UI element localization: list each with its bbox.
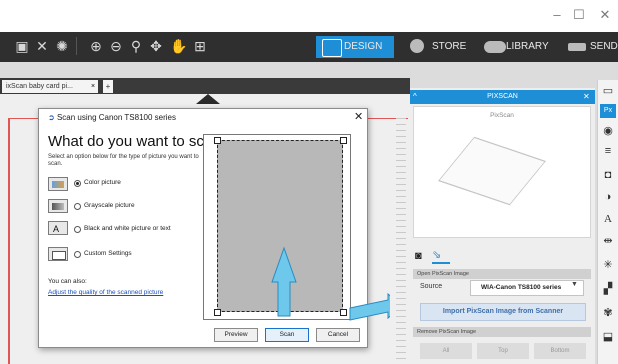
crop-handle-top-left[interactable] <box>214 137 221 144</box>
offset-icon[interactable]: ✾ <box>600 306 616 320</box>
import-arrow-icon <box>349 292 390 321</box>
document-tab-close-icon[interactable]: × <box>88 80 98 93</box>
vertical-ruler <box>396 118 406 364</box>
tab-store-label: STORE <box>432 41 467 52</box>
move-down-icon[interactable]: ✥ <box>148 37 164 55</box>
scan-arrow-icon <box>271 246 297 317</box>
fit-page-icon[interactable]: ⊞ <box>192 37 208 55</box>
zoom-select-icon[interactable]: ⚲ <box>128 37 144 55</box>
replicate-icon[interactable]: ✳ <box>600 258 616 272</box>
text-style-icon[interactable]: A <box>600 212 616 226</box>
camera-icon[interactable]: ◙ <box>415 250 429 262</box>
dialog-heading: What do you want to scan? <box>48 133 229 150</box>
tab-library[interactable]: LIBRARY <box>478 36 560 58</box>
scanner-import-icon[interactable]: ⇘ <box>432 248 450 264</box>
pixscan-panel-icon[interactable]: Px <box>600 104 616 118</box>
toolbar-divider <box>76 37 77 55</box>
custom-settings-radio[interactable] <box>74 251 81 258</box>
close-button[interactable]: ✕ <box>596 6 614 24</box>
shadow-icon[interactable]: ◘ <box>600 168 616 182</box>
trace-icon[interactable]: ◑ <box>600 190 616 204</box>
custom-settings-label[interactable]: Custom Settings <box>84 250 132 257</box>
color-picture-label[interactable]: Color picture <box>84 179 121 186</box>
color-picture-icon <box>48 177 68 191</box>
remove-all-button[interactable]: All <box>420 343 472 359</box>
title-bar <box>0 0 618 32</box>
panel-close-icon[interactable]: ✕ <box>583 90 593 104</box>
adjust-quality-link[interactable]: Adjust the quality of the scanned pictur… <box>48 289 163 296</box>
remove-bottom-button[interactable]: Bottom <box>534 343 586 359</box>
library-cloud-icon <box>484 41 506 53</box>
tab-send[interactable]: SEND <box>562 36 618 58</box>
grayscale-picture-radio[interactable] <box>74 203 81 210</box>
pixscan-preview-label: PixScan <box>490 112 514 119</box>
scan-dialog-title-text: Scan using Canon TS8100 series <box>56 113 176 122</box>
canvas-pointer-icon <box>196 94 220 104</box>
dialog-close-icon[interactable]: ✕ <box>354 110 366 123</box>
color-picture-radio[interactable] <box>74 180 81 187</box>
source-label: Source <box>420 283 443 290</box>
document-tab[interactable]: ixScan baby card pi... <box>2 80 98 93</box>
dialog-subtitle: Select an option below for the type of p… <box>48 154 199 167</box>
maximize-button[interactable]: ☐ <box>570 6 588 24</box>
tab-design-label: DESIGN <box>344 41 383 52</box>
store-icon <box>410 39 424 53</box>
align-icon[interactable]: ⇹ <box>600 234 616 248</box>
fill-icon[interactable]: ◉ <box>600 124 616 138</box>
pan-hand-icon[interactable]: ✋ <box>170 37 187 55</box>
you-can-also-label: You can also: <box>48 278 87 285</box>
black-white-picture-icon: A <box>48 221 68 235</box>
line-style-icon[interactable]: ≡ <box>600 144 616 158</box>
import-from-scanner-button[interactable]: Import PixScan Image from Scanner <box>420 303 586 321</box>
chevron-down-icon[interactable]: ▼ <box>571 281 578 288</box>
design-grid-icon <box>322 39 342 57</box>
scan-dialog-title: ➲ Scan using Canon TS8100 series <box>48 113 176 122</box>
crop-handle-bottom-left[interactable] <box>214 309 221 316</box>
zoom-in-icon[interactable]: ⊕ <box>88 37 104 55</box>
pixscan-panel-title: PIXSCAN <box>410 90 595 104</box>
ungroup-icon[interactable]: ✕ <box>34 37 50 55</box>
minimize-button[interactable]: – <box>548 6 566 24</box>
new-tab-button[interactable]: + <box>103 80 113 93</box>
panel-collapse-icon[interactable]: ^ <box>413 90 423 104</box>
custom-settings-icon <box>48 247 68 261</box>
page-setup-icon[interactable]: ▭ <box>600 84 616 98</box>
compound-path-icon[interactable]: ✺ <box>54 37 70 55</box>
transform-icon[interactable]: ⬓ <box>600 330 616 344</box>
black-white-picture-label[interactable]: Black and white picture or text <box>84 225 171 232</box>
grayscale-picture-label[interactable]: Grayscale picture <box>84 202 135 209</box>
tab-design[interactable]: DESIGN <box>316 36 394 58</box>
open-pixscan-section: Open PixScan Image <box>413 269 591 279</box>
annotation-arrows <box>271 246 390 321</box>
send-cutter-icon <box>568 43 586 51</box>
tab-library-label: LIBRARY <box>506 41 549 52</box>
crop-handle-top-right[interactable] <box>340 137 347 144</box>
black-white-picture-radio[interactable] <box>74 226 81 233</box>
group-icon[interactable]: ▣ <box>14 37 30 55</box>
scanner-icon: ➲ <box>48 113 57 122</box>
tab-send-label: SEND <box>590 41 618 52</box>
grayscale-picture-icon <box>48 199 68 213</box>
zoom-out-icon[interactable]: ⊖ <box>108 37 124 55</box>
modify-icon[interactable]: ▞ <box>600 282 616 296</box>
tab-store[interactable]: STORE <box>404 36 476 58</box>
remove-top-button[interactable]: Top <box>477 343 529 359</box>
remove-pixscan-section: Remove PixScan Image <box>413 327 591 337</box>
source-select[interactable]: WIA-Canon TS8100 series <box>470 280 584 296</box>
